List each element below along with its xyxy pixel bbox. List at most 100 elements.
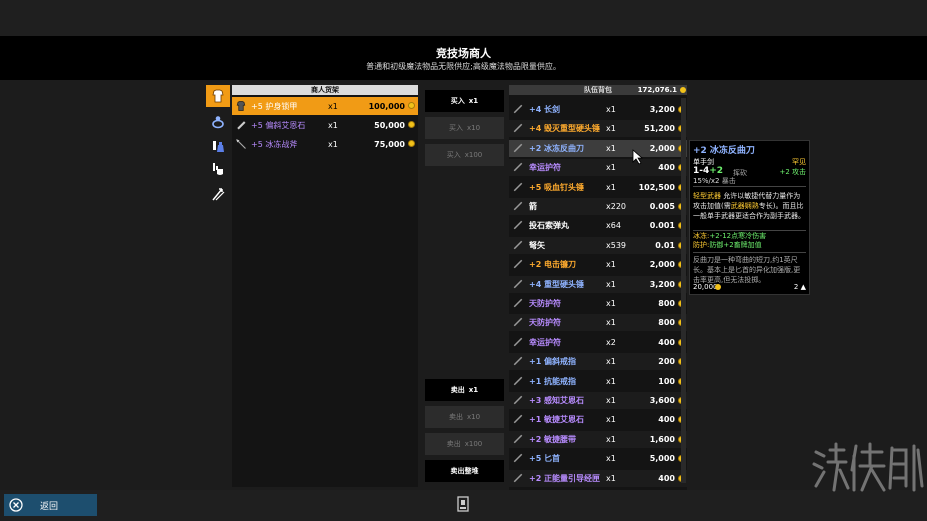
item-name: 箭 — [529, 202, 537, 211]
inventory-item[interactable]: +2 正能量引导经匣 x1 400 — [509, 469, 687, 487]
item-icon — [512, 433, 524, 445]
hand-icon — [213, 163, 223, 175]
buy-100-button[interactable]: 买入 x100 — [425, 144, 504, 166]
merchant-panel: 商人货架 +5 护身锁甲 x1 100,000 +5 偏斜艾恩石 x1 50,0… — [232, 85, 418, 487]
tab-ammo[interactable] — [206, 183, 230, 205]
item-price: 800 — [658, 318, 675, 328]
coin-icon — [408, 102, 415, 109]
tooltip-title: +2 冰冻反曲刀 — [693, 146, 755, 156]
item-icon — [512, 375, 524, 387]
inventory-item[interactable]: +1 抗能戒指 x1 100 — [509, 373, 687, 390]
item-price: 200 — [658, 357, 675, 367]
inventory-item[interactable]: +3 感知艾恩石 x1 3,600 — [509, 392, 687, 409]
item-name: 天防护符 — [529, 318, 561, 328]
weight-icon: ▲ — [800, 283, 806, 291]
item-name: 幸运护符 — [529, 163, 561, 173]
back-label: 返回 — [40, 501, 59, 512]
item-icon — [512, 355, 524, 367]
item-icon — [512, 297, 524, 309]
back-button[interactable]: 返回 — [4, 494, 97, 516]
sell-100-button[interactable]: 卖出 x100 — [425, 433, 504, 455]
tooltip-flavor: 反曲刀是一种弯曲的短刀,约1英尺长。基本上是匕首的异化加强版,更击率更高,但无法… — [693, 256, 801, 284]
item-price: 2,000 — [649, 143, 675, 153]
tooltip-description: 轻型武器 允许以敏捷代替力量作为攻击加值(需武器娴熟专长)。而且比一般单手武器更… — [693, 192, 805, 220]
item-qty: x1 — [606, 396, 616, 405]
item-qty: x1 — [606, 454, 616, 464]
inventory-item[interactable]: 幸运护符 x2 400 — [509, 334, 687, 351]
item-qty: x1 — [606, 182, 616, 192]
tooltip-enchantments: 冰冻:+2-12点寒冷伤害 防护:防御+2畜牌加值 — [693, 232, 767, 249]
tab-misc[interactable] — [206, 158, 230, 180]
inventory-item[interactable]: 箭 x220 0.005 — [509, 198, 687, 215]
inventory-item[interactable]: +1 偏斜戒指 x1 200 — [509, 353, 687, 371]
item-price: 400 — [658, 415, 675, 425]
buy-10-button[interactable]: 买入 x10 — [425, 117, 504, 139]
tab-armor[interactable] — [206, 85, 230, 107]
tab-potions[interactable] — [206, 135, 230, 157]
top-bar — [0, 0, 927, 36]
item-qty: x1 — [606, 318, 616, 328]
merchant-item[interactable]: +5 冰冻战斧 x1 75,000 — [232, 135, 418, 153]
item-price: 800 — [658, 299, 675, 308]
spear-icon — [235, 138, 247, 150]
item-qty: x2 — [606, 337, 616, 347]
item-qty: x1 — [328, 120, 338, 130]
item-qty: x539 — [606, 240, 627, 250]
item-icon — [512, 181, 524, 193]
inventory-item[interactable]: 投石索弹丸 x64 0.001 — [509, 217, 687, 234]
merchant-item[interactable]: +5 偏斜艾恩石 x1 50,000 — [232, 116, 418, 134]
sell-1-button[interactable]: 卖出 x1 — [425, 379, 504, 401]
watermark-logo — [812, 442, 924, 492]
inventory-item[interactable]: +5 吸血钉头锤 x1 102,500 — [509, 179, 687, 196]
inventory-scrollbar[interactable] — [681, 98, 686, 483]
merchant-item[interactable]: +5 护身锁甲 x1 100,000 — [232, 97, 418, 115]
item-name: +1 偏斜戒指 — [529, 357, 577, 367]
buy-1-button[interactable]: 买入 x1 — [425, 90, 504, 112]
inventory-item[interactable]: +2 电击镰刀 x1 2,000 — [509, 256, 687, 273]
item-name: +4 长剑 — [529, 105, 561, 114]
item-name: +2 冰冻反曲刀 — [529, 143, 585, 153]
item-icon — [512, 316, 524, 328]
inventory-item[interactable]: +1 敏捷艾恩石 x1 400 — [509, 411, 687, 428]
item-price: 75,000 — [374, 139, 405, 149]
item-qty: x1 — [606, 376, 616, 386]
inventory-item[interactable]: 天防护符 x1 800 — [509, 295, 687, 312]
item-icon — [512, 200, 524, 212]
inventory-item[interactable]: +4 毁灭重型硬头锤 x1 51,200 — [509, 120, 687, 138]
item-price: 5,000 — [649, 454, 675, 464]
inventory-panel: 队伍背包 172,076.1 +4 长剑 x1 3,200 +4 毁灭重型硬头锤 x1 5… — [509, 85, 687, 490]
item-qty: x64 — [606, 221, 621, 231]
item-price: 400 — [658, 163, 675, 173]
item-name: +2 电击镰刀 — [529, 260, 577, 270]
item-name: +1 敏捷艾恩石 — [529, 415, 585, 425]
cursor-icon — [632, 149, 644, 165]
sell-stack-button[interactable]: 卖出整堆 — [425, 460, 504, 482]
item-price: 100 — [658, 376, 675, 386]
inventory-item[interactable]: +2 冰冻反曲刀 x1 2,000 — [509, 139, 687, 157]
inventory-item[interactable]: +4 重型硬头锤 x1 3,200 — [509, 275, 687, 293]
inventory-item[interactable]: +2 敏捷腰带 x1 1,600 — [509, 430, 687, 448]
inventory-item[interactable]: 天防护符 x1 800 — [509, 314, 687, 332]
tooltip-value: 20,000 — [693, 283, 718, 291]
inventory-item[interactable]: 幸运护符 x1 400 — [509, 159, 687, 177]
inventory-item[interactable]: +5 匕首 x1 5,000 — [509, 450, 687, 467]
ring-icon — [212, 116, 224, 129]
inventory-item[interactable]: +4 长剑 x1 3,200 — [509, 101, 687, 118]
item-icon — [512, 142, 524, 154]
item-qty: x1 — [606, 434, 616, 444]
tooltip-crit: 15%/x2 暴击 — [693, 177, 736, 185]
item-name: +2 正能量引导经匣 — [529, 473, 601, 483]
shop-icon — [457, 496, 469, 512]
item-icon — [512, 258, 524, 270]
inventory-item[interactable]: 弩矢 x539 0.01 — [509, 236, 687, 254]
sell-10-button[interactable]: 卖出 x10 — [425, 406, 504, 428]
merchant-title: 商人货架 — [232, 85, 418, 95]
armor-icon — [212, 89, 224, 103]
item-icon — [512, 278, 524, 290]
item-icon — [512, 219, 524, 231]
coin-icon — [408, 140, 415, 147]
item-qty: x1 — [606, 279, 616, 289]
tab-rings[interactable] — [206, 111, 230, 133]
item-name: +5 冰冻战斧 — [251, 139, 298, 149]
item-name: 幸运护符 — [529, 337, 561, 347]
